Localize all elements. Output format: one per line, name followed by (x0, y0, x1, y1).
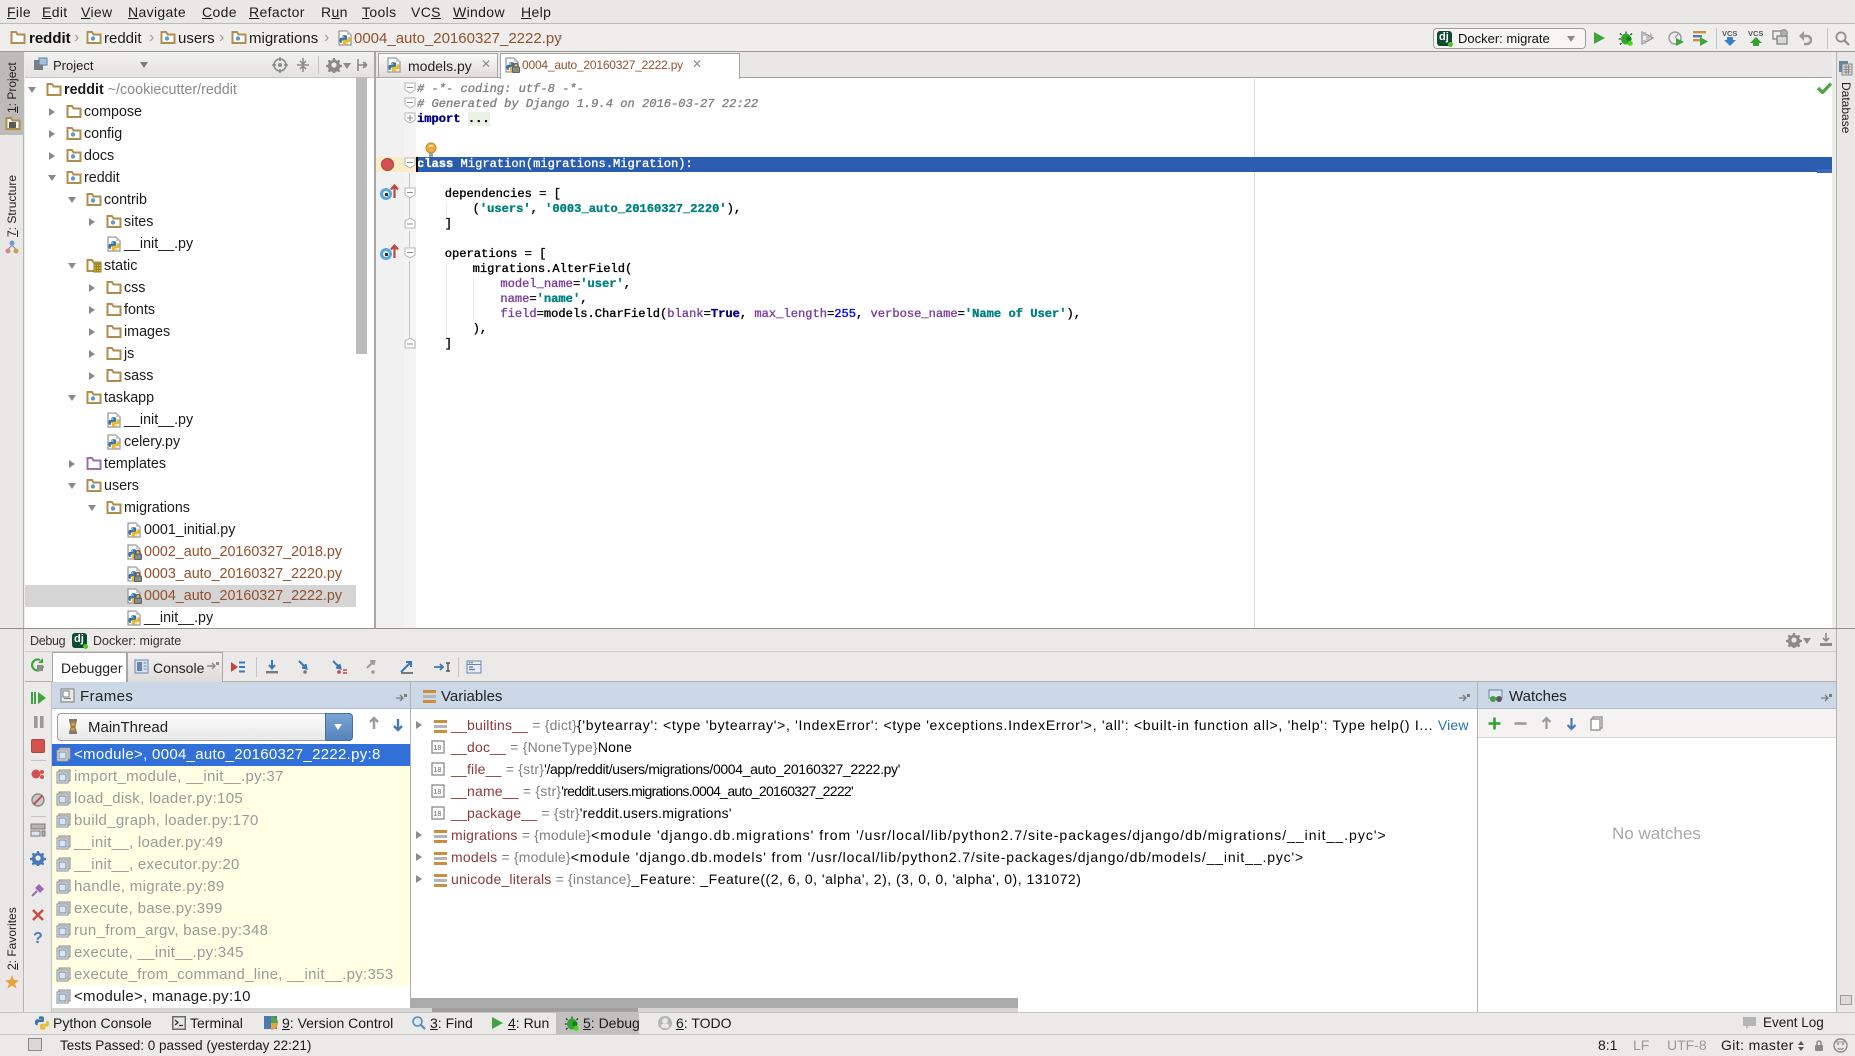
svg-text:VCS: VCS (1748, 29, 1763, 38)
svg-text:18: 18 (434, 745, 442, 752)
svg-text:18: 18 (434, 789, 442, 796)
svg-text:18: 18 (434, 811, 442, 818)
svg-text:18: 18 (434, 767, 442, 774)
svg-text:VCS: VCS (1722, 29, 1737, 38)
